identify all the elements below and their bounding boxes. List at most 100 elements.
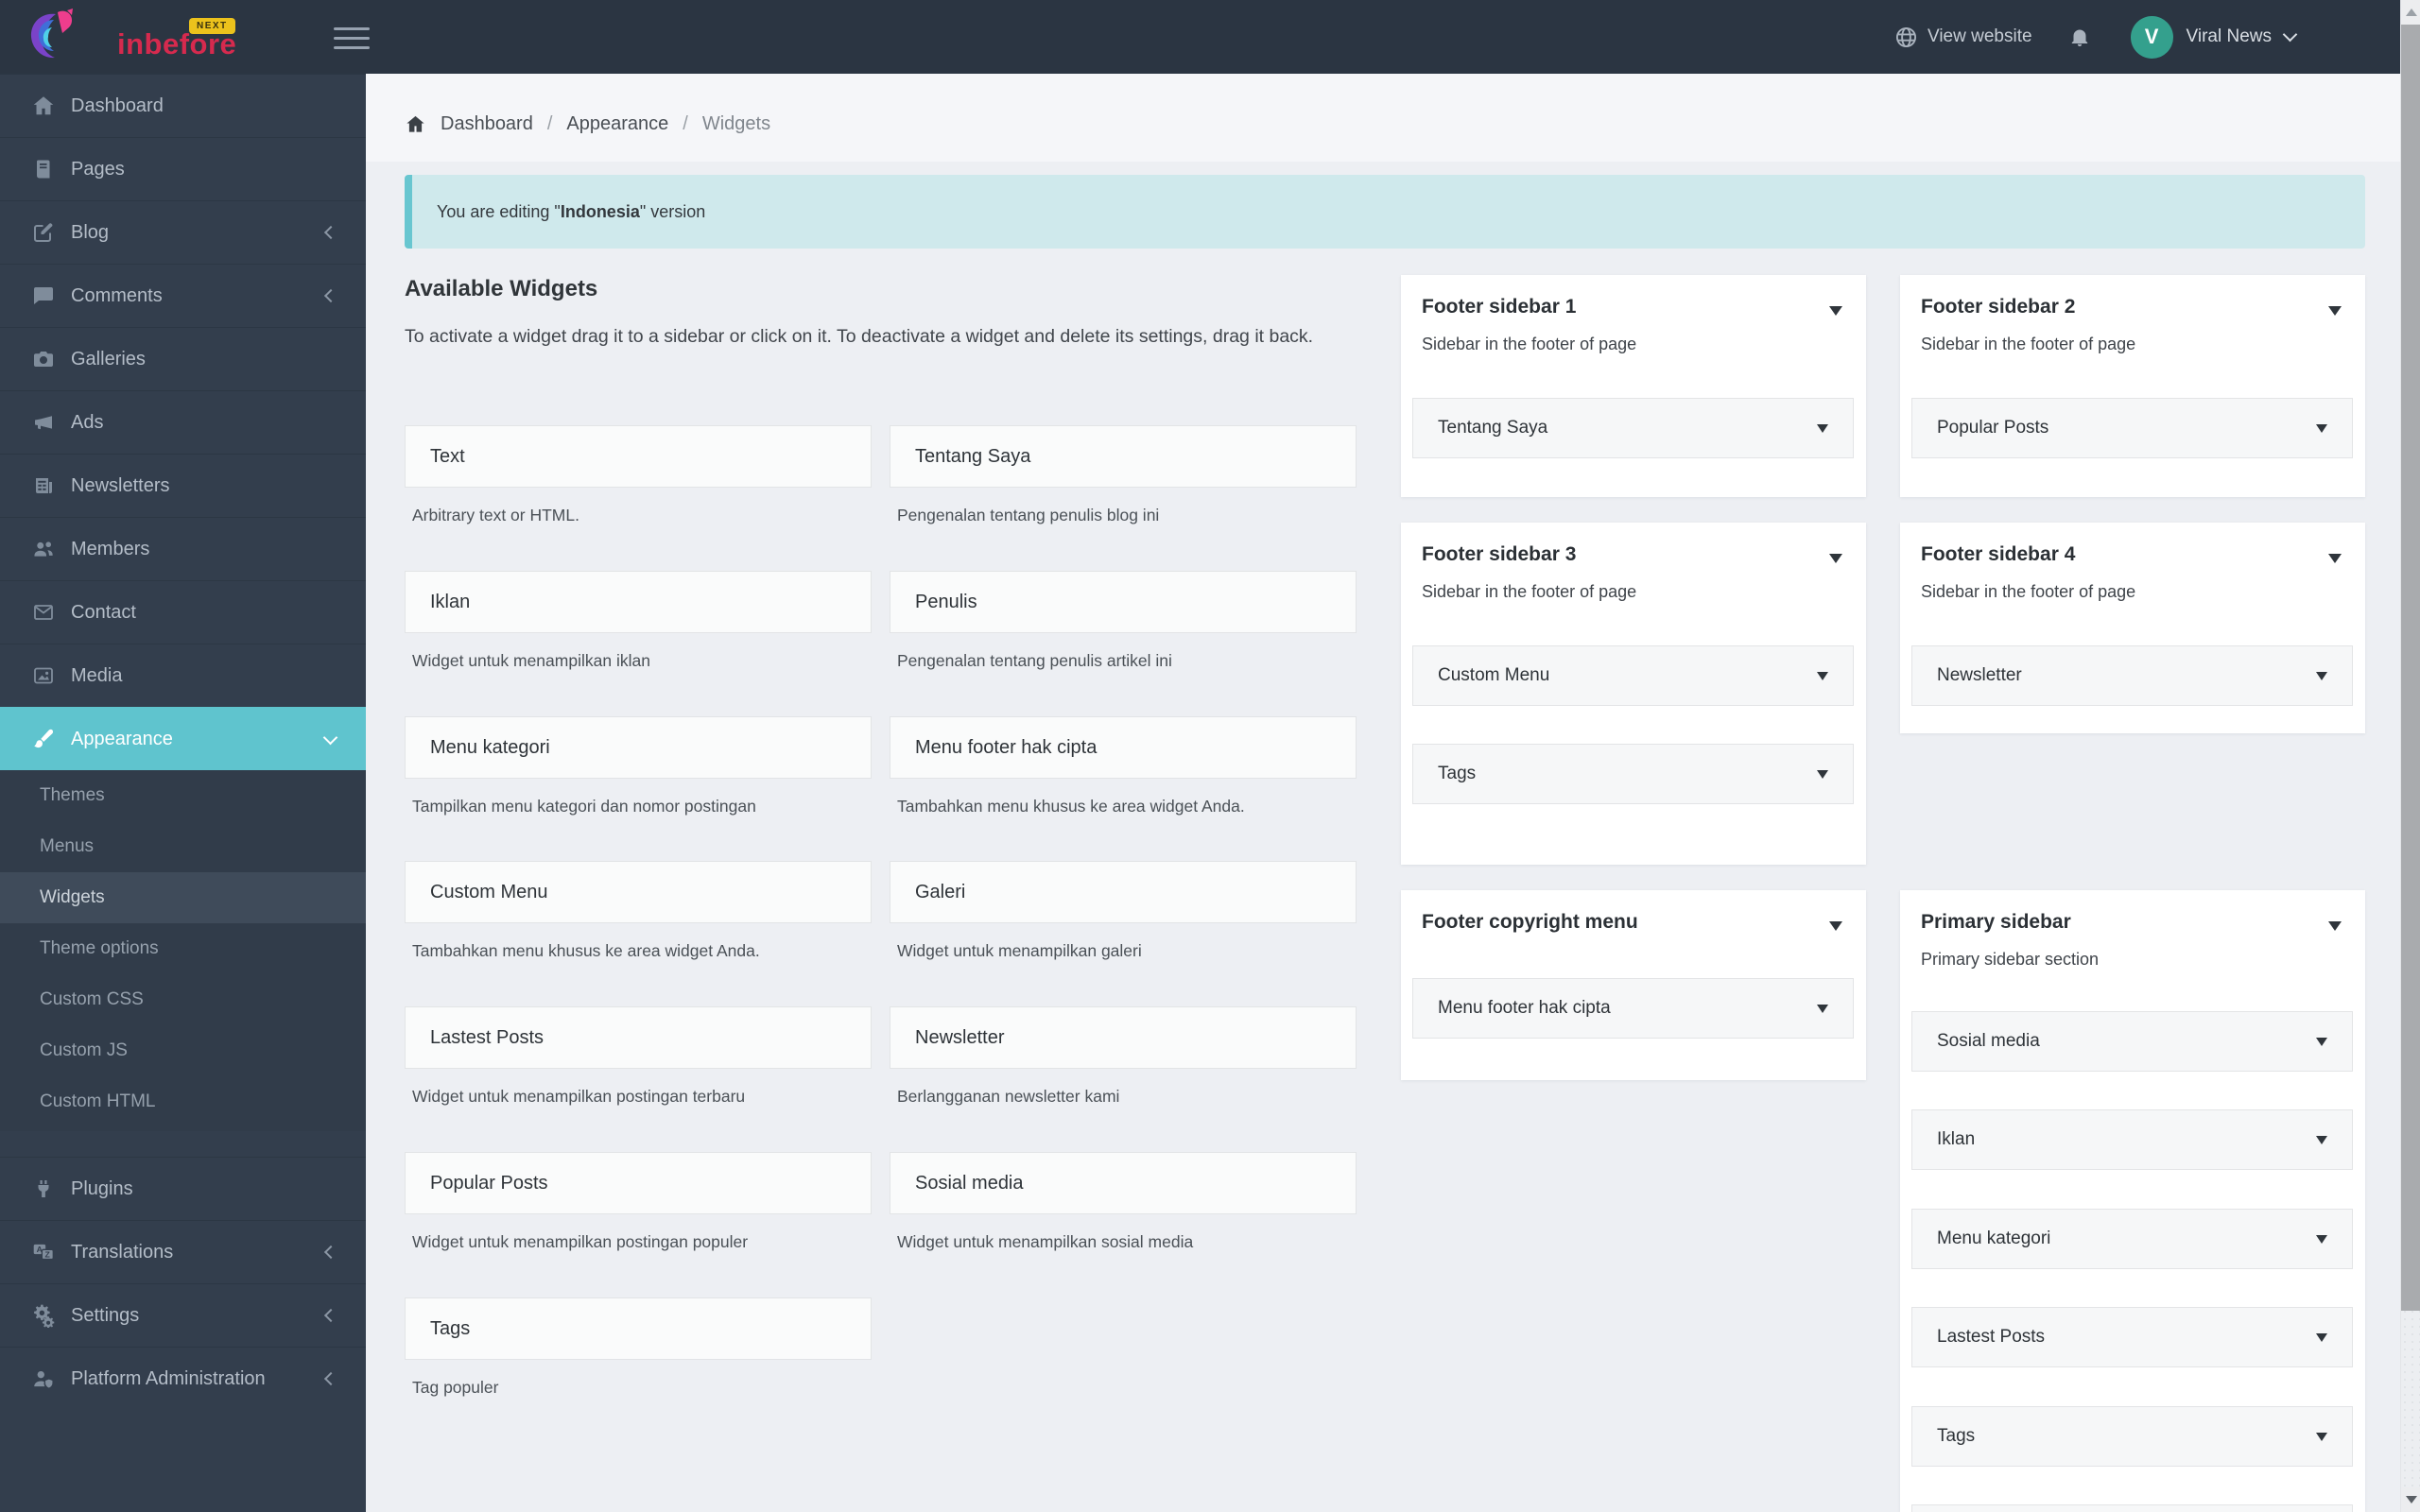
sidebar-widget-item[interactable]: Lastest Posts: [1911, 1307, 2353, 1367]
chevron-left-icon: [323, 288, 338, 303]
megaphone-icon: [30, 409, 57, 436]
sidebar-widget-item-partial[interactable]: [1911, 1504, 2353, 1512]
sidebar-item-members[interactable]: Members: [0, 517, 366, 580]
widget-desc: Berlangganan newsletter kami: [897, 1087, 1120, 1106]
widget-card-menu-footer-hak-cipta[interactable]: Menu footer hak cipta: [890, 716, 1357, 779]
sidebar-item-newsletters[interactable]: Newsletters: [0, 454, 366, 517]
sidebar-item-platform-administration[interactable]: Platform Administration: [0, 1347, 366, 1410]
breadcrumb-separator: /: [546, 113, 553, 134]
panel-collapse-toggle[interactable]: [1829, 306, 1842, 316]
widget-desc: Tambahkan menu khusus ke area widget And…: [412, 941, 760, 960]
widget-card-popular-posts[interactable]: Popular Posts: [405, 1152, 872, 1214]
submenu-item-theme-options[interactable]: Theme options: [0, 923, 366, 974]
scrollbar-thumb[interactable]: [2401, 25, 2420, 1311]
widget-desc: Pengenalan tentang penulis artikel ini: [897, 651, 1172, 670]
sidebar-widget-item[interactable]: Menu footer hak cipta: [1412, 978, 1854, 1039]
sidebar-nav: Dashboard Pages Blog Comments Galleries …: [0, 74, 366, 1512]
user-menu[interactable]: V Viral News: [2130, 15, 2298, 59]
submenu-item-custom-js[interactable]: Custom JS: [0, 1025, 366, 1076]
view-website-label: View website: [1927, 26, 2032, 46]
triangle-down-icon: [2316, 1234, 2327, 1244]
sidebar-item-label: Media: [71, 664, 123, 686]
svg-text:Z: Z: [45, 1250, 51, 1260]
sidebar-widget-label: Iklan: [1937, 1129, 1976, 1149]
triangle-down-icon: [1817, 423, 1828, 433]
sidebar-item-pages[interactable]: Pages: [0, 137, 366, 200]
sidebar-item-settings[interactable]: Settings: [0, 1283, 366, 1347]
breadcrumb-appearance[interactable]: Appearance: [566, 113, 668, 135]
widget-card-custom-menu[interactable]: Custom Menu: [405, 861, 872, 923]
sidebar-item-appearance[interactable]: Appearance: [0, 707, 366, 770]
widget-card-lastest-posts[interactable]: Lastest Posts: [405, 1006, 872, 1069]
widget-card-tentang-saya[interactable]: Tentang Saya: [890, 425, 1357, 488]
brand-logo[interactable]: inbefore NEXT: [26, 6, 263, 68]
sidebar-item-label: Newsletters: [71, 474, 170, 496]
panel-collapse-toggle[interactable]: [2328, 306, 2342, 316]
sidebar-widget-item[interactable]: Tentang Saya: [1412, 398, 1854, 458]
widget-card-sosial-media[interactable]: Sosial media: [890, 1152, 1357, 1214]
editing-version-notice: You are editing " Indonesia " version: [405, 175, 2365, 249]
sidebar-item-blog[interactable]: Blog: [0, 200, 366, 264]
submenu-item-custom-css[interactable]: Custom CSS: [0, 974, 366, 1025]
page-scrollbar: [2400, 0, 2420, 1512]
panel-subtitle: Sidebar in the footer of page: [1422, 582, 1637, 601]
sidebar-widget-item[interactable]: Sosial media: [1911, 1011, 2353, 1072]
submenu-item-menus[interactable]: Menus: [0, 821, 366, 872]
panel-collapse-toggle[interactable]: [1829, 554, 1842, 563]
sidebar-item-galleries[interactable]: Galleries: [0, 327, 366, 390]
view-website-button[interactable]: View website: [1894, 26, 2032, 49]
sidebar-widget-item[interactable]: Tags: [1911, 1406, 2353, 1467]
sidebar-item-comments[interactable]: Comments: [0, 264, 366, 327]
sidebar-widget-label: Sosial media: [1937, 1031, 2040, 1051]
sidebar-widget-item[interactable]: Custom Menu: [1412, 645, 1854, 706]
panel-title: Footer sidebar 2: [1921, 296, 2076, 318]
sidebar-widget-item[interactable]: Menu kategori: [1911, 1209, 2353, 1269]
sidebar-item-label: Members: [71, 538, 150, 559]
camera-icon: [30, 346, 57, 372]
sidebar-item-media[interactable]: Media: [0, 644, 366, 707]
widget-card-galeri[interactable]: Galeri: [890, 861, 1357, 923]
scrollbar-up-button[interactable]: [2401, 0, 2420, 25]
panel-subtitle: Primary sidebar section: [1921, 950, 2100, 969]
notifications-bell-icon[interactable]: [2068, 26, 2091, 48]
widget-desc: Widget untuk menampilkan sosial media: [897, 1232, 1194, 1251]
sidebar-widget-item[interactable]: Popular Posts: [1911, 398, 2353, 458]
sidebar-item-translations[interactable]: AZ Translations: [0, 1220, 366, 1283]
sidebar-toggle-hamburger-icon[interactable]: [334, 27, 370, 49]
breadcrumb-dashboard[interactable]: Dashboard: [441, 113, 533, 135]
submenu-item-widgets[interactable]: Widgets: [0, 872, 366, 923]
sidebar-widget-item[interactable]: Iklan: [1911, 1109, 2353, 1170]
widget-card-newsletter[interactable]: Newsletter: [890, 1006, 1357, 1069]
panel-collapse-toggle[interactable]: [1829, 921, 1842, 931]
triangle-down-icon: [2405, 1496, 2417, 1503]
sidebar-widget-label: Lastest Posts: [1937, 1327, 2046, 1347]
sidebar-widget-item[interactable]: Tags: [1412, 744, 1854, 804]
edit-pencil-icon: [30, 219, 57, 246]
widget-card-menu-kategori[interactable]: Menu kategori: [405, 716, 872, 779]
sidebar-item-contact[interactable]: Contact: [0, 580, 366, 644]
sidebar-widget-label: Tags: [1937, 1426, 1976, 1446]
brand-badge: NEXT: [189, 18, 235, 34]
sidebar-item-ads[interactable]: Ads: [0, 390, 366, 454]
widget-card-text[interactable]: Text: [405, 425, 872, 488]
sidebar-item-plugins[interactable]: Plugins: [0, 1157, 366, 1220]
sidebar-item-dashboard[interactable]: Dashboard: [0, 74, 366, 137]
panel-collapse-toggle[interactable]: [2328, 554, 2342, 563]
chevron-left-icon: [323, 1245, 338, 1260]
home-icon[interactable]: [405, 113, 426, 135]
panel-footer-copyright-menu: Footer copyright menu Menu footer hak ci…: [1401, 890, 1866, 1080]
sidebar-item-label: Blog: [71, 221, 110, 243]
widget-card-tags[interactable]: Tags: [405, 1297, 872, 1360]
pages-icon: [30, 156, 57, 182]
panel-collapse-toggle[interactable]: [2328, 921, 2342, 931]
widget-card-penulis[interactable]: Penulis: [890, 571, 1357, 633]
submenu-item-themes[interactable]: Themes: [0, 770, 366, 821]
scrollbar-down-button[interactable]: [2401, 1487, 2420, 1512]
sidebar-widget-label: Newsletter: [1937, 665, 2022, 685]
submenu-item-custom-html[interactable]: Custom HTML: [0, 1076, 366, 1127]
panel-title: Primary sidebar: [1921, 911, 2071, 933]
widget-card-iklan[interactable]: Iklan: [405, 571, 872, 633]
widget-desc: Widget untuk menampilkan postingan popul…: [412, 1232, 749, 1251]
sidebar-widget-item[interactable]: Newsletter: [1911, 645, 2353, 706]
panel-footer-sidebar-3: Footer sidebar 3 Sidebar in the footer o…: [1401, 523, 1866, 865]
